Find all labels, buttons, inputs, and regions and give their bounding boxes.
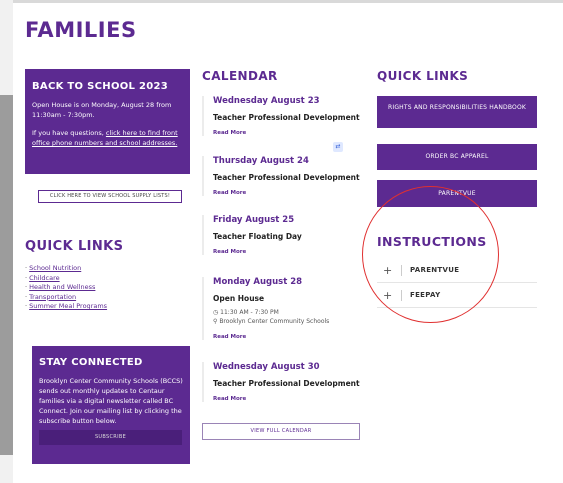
event-title: Teacher Professional Development xyxy=(213,113,360,122)
event-title: Teacher Professional Development xyxy=(213,379,360,388)
quick-link-item[interactable]: Transportation xyxy=(25,293,107,303)
event-location-row: ⚲ Brooklyn Center Community Schools xyxy=(213,317,329,326)
quick-link-health-wellness[interactable]: Health and Wellness xyxy=(29,283,95,291)
read-more-link[interactable]: Read More xyxy=(213,334,329,340)
quick-link-school-nutrition[interactable]: School Nutrition xyxy=(29,264,81,272)
event-title: Teacher Floating Day xyxy=(213,232,302,241)
questions-text: If you have questions, click here to fin… xyxy=(32,128,183,148)
event-date: Monday August 28 xyxy=(213,277,303,287)
read-more-link[interactable]: Read More xyxy=(213,190,360,196)
quick-link-transportation[interactable]: Transportation xyxy=(29,293,76,301)
quick-links-left-list: School Nutrition Childcare Health and We… xyxy=(25,264,107,312)
quick-link-childcare[interactable]: Childcare xyxy=(29,274,59,282)
stay-connected-box: STAY CONNECTED Brooklyn Center Community… xyxy=(32,346,190,464)
calendar-event: Wednesday August 23 Teacher Professional… xyxy=(202,96,360,136)
quick-link-item[interactable]: Childcare xyxy=(25,274,107,284)
order-apparel-button[interactable]: ORDER BC APPAREL xyxy=(377,144,537,170)
back-to-school-title: BACK TO SCHOOL 2023 xyxy=(32,81,169,92)
stay-connected-text: Brooklyn Center Community Schools (BCCS)… xyxy=(39,377,183,425)
stay-connected-title: STAY CONNECTED xyxy=(39,357,143,368)
open-house-text: Open House is on Monday, August 28 from … xyxy=(32,101,172,119)
questions-prefix: If you have questions, xyxy=(32,129,106,137)
highlight-circle-annotation xyxy=(362,186,499,323)
calendar-event: Thursday August 24 Teacher Professional … xyxy=(202,156,360,196)
event-time: 11:30 AM - 7:30 PM xyxy=(220,309,279,316)
event-meta: ◷ 11:30 AM - 7:30 PM ⚲ Brooklyn Center C… xyxy=(213,308,329,326)
quick-links-right-title: QUICK LINKS xyxy=(377,69,469,83)
event-date: Thursday August 24 xyxy=(213,156,309,166)
calendar-event: Monday August 28 Open House ◷ 11:30 AM -… xyxy=(202,277,329,340)
event-location: Brooklyn Center Community Schools xyxy=(219,318,330,325)
event-date: Wednesday August 30 xyxy=(213,362,320,372)
top-divider xyxy=(13,0,563,3)
event-date: Friday August 25 xyxy=(213,215,295,225)
quick-links-left-title: QUICK LINKS xyxy=(25,239,124,254)
event-title: Teacher Professional Development xyxy=(213,173,360,182)
read-more-link[interactable]: Read More xyxy=(213,396,360,402)
event-title: Open House xyxy=(213,294,265,303)
translate-icon[interactable]: ⇄ xyxy=(333,142,343,152)
school-supply-button[interactable]: CLICK HERE TO VIEW SCHOOL SUPPLY LISTS! xyxy=(38,190,182,203)
back-to-school-box: BACK TO SCHOOL 2023 Open House is on Mon… xyxy=(25,69,190,174)
quick-link-item[interactable]: School Nutrition xyxy=(25,264,107,274)
calendar-event: Friday August 25 Teacher Floating Day Re… xyxy=(202,215,302,255)
quick-link-summer-meals[interactable]: Summer Meal Programs xyxy=(29,302,107,310)
calendar-title: CALENDAR xyxy=(202,69,278,83)
event-time-row: ◷ 11:30 AM - 7:30 PM xyxy=(213,308,329,317)
view-full-calendar-button[interactable]: VIEW FULL CALENDAR xyxy=(202,423,360,440)
gutter-shadow xyxy=(0,95,13,455)
quick-link-item[interactable]: Summer Meal Programs xyxy=(25,302,107,312)
calendar-event: Wednesday August 30 Teacher Professional… xyxy=(202,362,360,402)
read-more-link[interactable]: Read More xyxy=(213,249,302,255)
read-more-link[interactable]: Read More xyxy=(213,130,360,136)
quick-link-item[interactable]: Health and Wellness xyxy=(25,283,107,293)
rights-handbook-button[interactable]: RIGHTS AND RESPONSIBILITIES HANDBOOK xyxy=(377,96,537,128)
subscribe-button[interactable]: SUBSCRIBE xyxy=(39,430,182,445)
page-content: FAMILIES BACK TO SCHOOL 2023 Open House … xyxy=(13,0,563,483)
event-date: Wednesday August 23 xyxy=(213,96,320,106)
page-title: FAMILIES xyxy=(25,18,137,42)
